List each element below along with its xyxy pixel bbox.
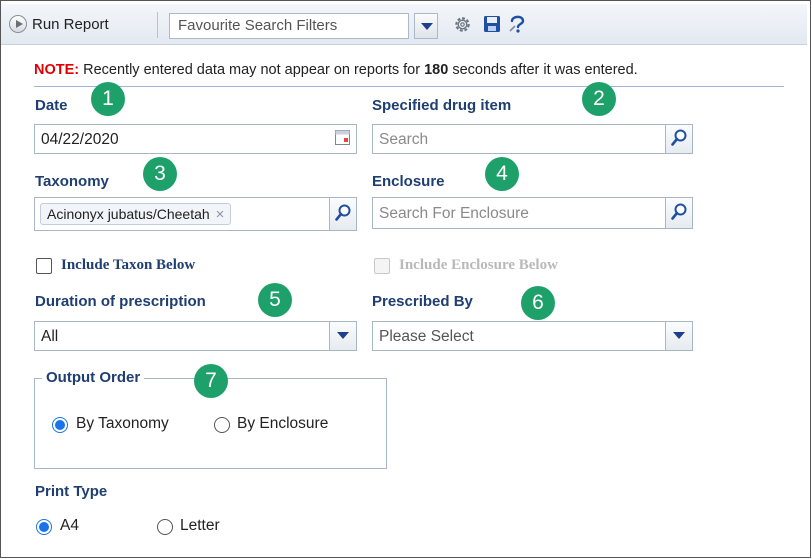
taxonomy-chip-label: Acinonyx jubatus/Cheetah: [47, 206, 210, 222]
run-report-button[interactable]: Run Report: [9, 13, 109, 35]
note-prefix: NOTE:: [34, 62, 80, 78]
a4-radio[interactable]: [36, 519, 52, 535]
help-icon[interactable]: [507, 13, 529, 35]
toolbar-divider: [157, 12, 158, 38]
step-badge-7: 7: [194, 364, 228, 398]
duration-label: Duration of prescription: [35, 293, 206, 310]
note-text-before: Recently entered data may not appear on …: [83, 62, 421, 78]
note-text-after: seconds after it was entered.: [452, 62, 638, 78]
include-taxon-label: Include Taxon Below: [61, 257, 196, 273]
by-taxonomy-radio[interactable]: [52, 417, 68, 433]
taxonomy-chip: Acinonyx jubatus/Cheetah ×: [40, 203, 232, 225]
step-badge-6: 6: [521, 286, 555, 320]
chevron-down-icon: [337, 332, 349, 339]
drug-search-field[interactable]: Search: [372, 124, 693, 154]
report-delay-note: NOTE: Recently entered data may not appe…: [34, 62, 638, 78]
include-taxon-checkbox[interactable]: [36, 258, 52, 274]
output-order-legend: Output Order: [42, 369, 145, 386]
prescribed-by-select[interactable]: Please Select: [372, 321, 693, 351]
chip-remove-icon[interactable]: ×: [216, 206, 225, 223]
drug-search-placeholder: Search: [379, 131, 429, 148]
report-panel: [0, 0, 811, 558]
drug-search-button[interactable]: [665, 124, 693, 154]
by-taxonomy-label: By Taxonomy: [76, 415, 169, 432]
play-icon: [9, 15, 27, 33]
date-field[interactable]: 04/22/2020: [34, 124, 357, 154]
date-value: 04/22/2020: [41, 131, 119, 148]
duration-select[interactable]: All: [34, 321, 357, 351]
step-badge-3: 3: [143, 157, 177, 191]
search-icon: [671, 129, 687, 146]
step-badge-1: 1: [91, 82, 125, 116]
by-enclosure-radio[interactable]: [214, 417, 230, 433]
enclosure-search-placeholder: Search For Enclosure: [379, 205, 529, 222]
prescribed-by-label: Prescribed By: [372, 293, 473, 310]
drug-item-label: Specified drug item: [372, 97, 512, 114]
enclosure-search-field[interactable]: Search For Enclosure: [372, 197, 693, 229]
duration-dropdown-button[interactable]: [329, 321, 357, 351]
print-type-label: Print Type: [35, 483, 108, 500]
step-badge-5: 5: [258, 283, 292, 317]
taxonomy-label: Taxonomy: [35, 173, 109, 190]
letter-radio[interactable]: [157, 519, 173, 535]
enclosure-search-button[interactable]: [665, 197, 693, 229]
prescribed-by-value: Please Select: [379, 328, 474, 345]
step-badge-2: 2: [582, 82, 616, 116]
duration-value: All: [41, 328, 59, 345]
search-icon: [335, 204, 351, 221]
note-seconds: 180: [424, 62, 449, 78]
calendar-icon: [335, 130, 350, 145]
gear-icon[interactable]: [453, 15, 472, 34]
date-label: Date: [35, 97, 68, 114]
favourite-filters-select[interactable]: Favourite Search Filters: [169, 13, 409, 39]
include-enclosure-checkbox: [374, 258, 390, 274]
toolbar: Run Report Favourite Search Filters: [1, 4, 807, 45]
taxonomy-field[interactable]: Acinonyx jubatus/Cheetah ×: [34, 197, 357, 231]
save-icon[interactable]: [483, 15, 501, 33]
step-badge-4: 4: [485, 157, 519, 191]
prescribed-by-dropdown-button[interactable]: [665, 321, 693, 351]
calendar-button[interactable]: [329, 124, 357, 154]
run-report-label: Run Report: [32, 15, 109, 33]
divider: [34, 86, 784, 87]
taxonomy-search-button[interactable]: [329, 197, 357, 231]
include-enclosure-label: Include Enclosure Below: [399, 257, 558, 273]
chevron-down-icon[interactable]: [414, 13, 438, 39]
letter-label: Letter: [180, 517, 220, 534]
by-enclosure-label: By Enclosure: [237, 415, 329, 432]
chevron-down-icon: [673, 332, 685, 339]
a4-label: A4: [60, 517, 79, 534]
enclosure-label: Enclosure: [372, 173, 445, 190]
search-icon: [671, 203, 687, 220]
